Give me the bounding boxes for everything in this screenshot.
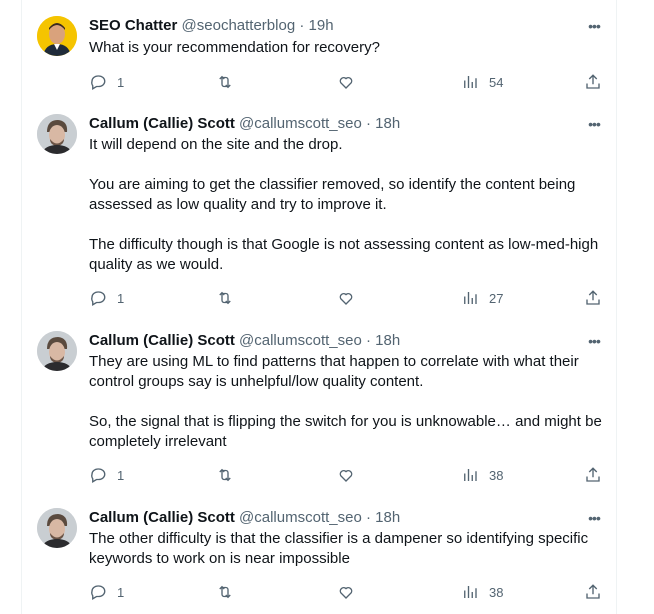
tweet-actions: 1 38: [89, 582, 609, 602]
author-handle[interactable]: @callumscott_seo: [239, 509, 362, 526]
avatar[interactable]: [37, 331, 77, 371]
heart-icon: [339, 587, 353, 599]
author-name[interactable]: Callum (Callie) Scott: [89, 115, 235, 132]
tweet-paragraph: You are aiming to get the classifier rem…: [89, 176, 576, 213]
tweet-paragraph: It will depend on the site and the drop.: [89, 136, 343, 153]
share-icon: [586, 584, 600, 599]
author-handle[interactable]: @callumscott_seo: [239, 332, 362, 349]
share-button[interactable]: [584, 582, 602, 602]
author-name[interactable]: Callum (Callie) Scott: [89, 509, 235, 526]
retweet-icon: [219, 291, 231, 305]
dot-separator: ·: [365, 509, 371, 526]
views-button[interactable]: 54: [461, 72, 503, 92]
avatar[interactable]: [37, 16, 77, 56]
share-button[interactable]: [584, 465, 602, 485]
tweet-paragraph: They are using ML to find patterns that …: [89, 353, 579, 390]
tweet[interactable]: Callum (Callie) Scott @callumscott_seo ·…: [0, 114, 654, 314]
avatar-image: [37, 331, 77, 371]
reply-button[interactable]: 1: [89, 72, 124, 92]
retweet-button[interactable]: [216, 288, 234, 308]
reply-count: 1: [117, 584, 125, 600]
timestamp[interactable]: 19h: [309, 17, 334, 34]
tweet-paragraph: The other difficulty is that the classif…: [89, 530, 589, 567]
heart-icon: [339, 470, 353, 482]
share-icon: [586, 467, 600, 482]
view-count: 38: [489, 467, 504, 483]
more-options-icon[interactable]: •••: [585, 114, 603, 134]
retweet-icon: [219, 468, 231, 482]
retweet-icon: [219, 75, 231, 89]
reply-button[interactable]: 1: [89, 465, 124, 485]
share-icon: [586, 74, 600, 89]
tweet-paragraph: So, the signal that is flipping the swit…: [89, 413, 602, 450]
tweet-actions: 1 38: [89, 465, 609, 485]
timestamp[interactable]: 18h: [375, 509, 400, 526]
avatar[interactable]: [37, 114, 77, 154]
timestamp[interactable]: 18h: [375, 115, 400, 132]
heart-icon: [339, 293, 353, 305]
reply-icon: [91, 468, 106, 483]
like-button[interactable]: [337, 465, 355, 485]
author-handle[interactable]: @callumscott_seo: [239, 115, 362, 132]
timestamp[interactable]: 18h: [375, 332, 400, 349]
dot-separator: ·: [299, 17, 305, 34]
like-button[interactable]: [337, 72, 355, 92]
retweet-button[interactable]: [216, 72, 234, 92]
avatar[interactable]: [37, 508, 77, 548]
views-button[interactable]: 38: [461, 465, 503, 485]
tweet-paragraph: The difficulty though is that Google is …: [89, 236, 599, 273]
avatar-image: [37, 508, 77, 548]
dot-separator: ·: [365, 115, 371, 132]
reply-icon: [91, 585, 106, 600]
reply-button[interactable]: 1: [89, 582, 124, 602]
views-icon: [464, 469, 477, 481]
author-handle[interactable]: @seochatterblog: [182, 17, 296, 34]
tweet-text: What is your recommendation for recovery…: [89, 38, 609, 58]
share-button[interactable]: [584, 72, 602, 92]
view-count: 27: [489, 290, 504, 306]
view-count: 38: [489, 584, 504, 600]
more-options-icon[interactable]: •••: [585, 508, 603, 528]
views-button[interactable]: 27: [461, 288, 503, 308]
like-button[interactable]: [337, 582, 355, 602]
tweet-paragraph: What is your recommendation for recovery…: [89, 39, 380, 56]
tweet[interactable]: Callum (Callie) Scott @callumscott_seo ·…: [0, 508, 654, 608]
more-options-icon[interactable]: •••: [585, 331, 603, 351]
reply-icon: [91, 291, 106, 306]
heart-icon: [339, 77, 353, 89]
tweet[interactable]: SEO Chatter @seochatterblog · 19h ••• Wh…: [0, 16, 654, 94]
reply-count: 1: [117, 467, 125, 483]
retweet-icon: [219, 585, 231, 599]
author-name[interactable]: SEO Chatter: [89, 17, 177, 34]
tweet-actions: 1 27: [89, 288, 609, 308]
retweet-button[interactable]: [216, 582, 234, 602]
avatar-image: [37, 16, 77, 56]
retweet-button[interactable]: [216, 465, 234, 485]
tweet[interactable]: Callum (Callie) Scott @callumscott_seo ·…: [0, 331, 654, 491]
dot-separator: ·: [365, 332, 371, 349]
avatar-image: [37, 114, 77, 154]
like-button[interactable]: [337, 288, 355, 308]
author-name[interactable]: Callum (Callie) Scott: [89, 332, 235, 349]
tweet-header: Callum (Callie) Scott @callumscott_seo ·…: [89, 114, 400, 134]
tweet-text: The other difficulty is that the classif…: [89, 529, 609, 569]
tweet-actions: 1 54: [89, 72, 609, 92]
tweet-text: It will depend on the site and the drop.…: [89, 135, 609, 275]
views-icon: [464, 586, 477, 598]
views-icon: [464, 292, 477, 304]
tweet-header: Callum (Callie) Scott @callumscott_seo ·…: [89, 331, 400, 351]
tweet-header: SEO Chatter @seochatterblog · 19h: [89, 16, 334, 36]
view-count: 54: [489, 74, 504, 90]
reply-count: 1: [117, 290, 125, 306]
reply-count: 1: [117, 74, 125, 90]
views-button[interactable]: 38: [461, 582, 503, 602]
share-button[interactable]: [584, 288, 602, 308]
tweet-text: They are using ML to find patterns that …: [89, 352, 609, 452]
views-icon: [464, 76, 477, 88]
tweet-header: Callum (Callie) Scott @callumscott_seo ·…: [89, 508, 400, 528]
reply-icon: [91, 75, 106, 90]
share-icon: [586, 290, 600, 305]
reply-button[interactable]: 1: [89, 288, 124, 308]
more-options-icon[interactable]: •••: [585, 16, 603, 36]
